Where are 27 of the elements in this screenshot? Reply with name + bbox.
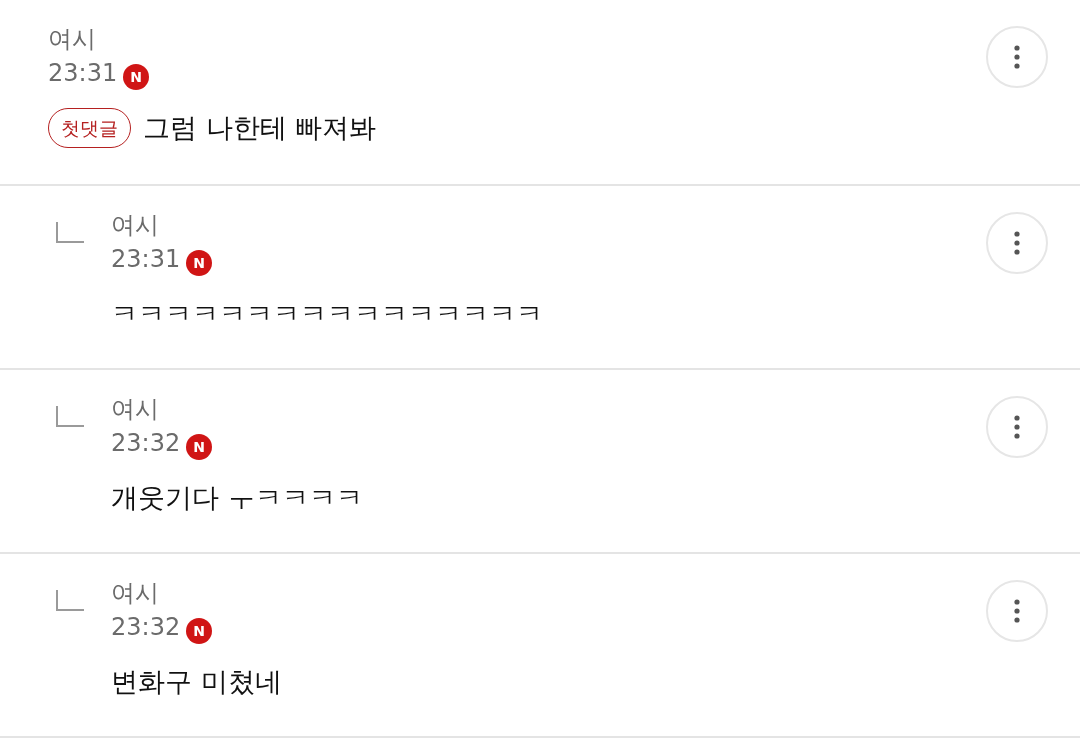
comment-time: 23:32	[111, 612, 181, 643]
more-icon	[1014, 45, 1020, 69]
comment-time: 23:31	[48, 58, 118, 89]
comment-text: 개웃기다 ㅜㅋㅋㅋㅋ	[111, 481, 363, 515]
author-name: 여시	[111, 210, 160, 241]
more-button[interactable]	[986, 396, 1048, 458]
more-icon	[1014, 231, 1020, 255]
comment-text: 변화구 미쳤네	[111, 665, 282, 699]
new-badge: N	[123, 64, 150, 90]
comment-time: 23:32	[111, 428, 181, 459]
more-button[interactable]	[986, 212, 1048, 274]
new-badge: N	[186, 250, 213, 276]
author-name: 여시	[111, 394, 160, 425]
author-name: 여시	[111, 578, 160, 609]
more-icon	[1014, 599, 1020, 623]
more-icon	[1014, 415, 1020, 439]
reply-elbow-icon	[55, 222, 85, 244]
comment-text: 그럼 나한테 빠져봐	[143, 111, 377, 145]
new-badge: N	[186, 434, 213, 460]
reply-elbow-icon	[55, 406, 85, 428]
comment-text: ㅋㅋㅋㅋㅋㅋㅋㅋㅋㅋㅋㅋㅋㅋㅋㅋ	[111, 297, 543, 331]
more-button[interactable]	[986, 580, 1048, 642]
new-badge: N	[186, 618, 213, 644]
reply-elbow-icon	[55, 590, 85, 612]
author-name: 여시	[48, 24, 97, 55]
more-button[interactable]	[986, 26, 1048, 88]
comment-time: 23:31	[111, 244, 181, 275]
